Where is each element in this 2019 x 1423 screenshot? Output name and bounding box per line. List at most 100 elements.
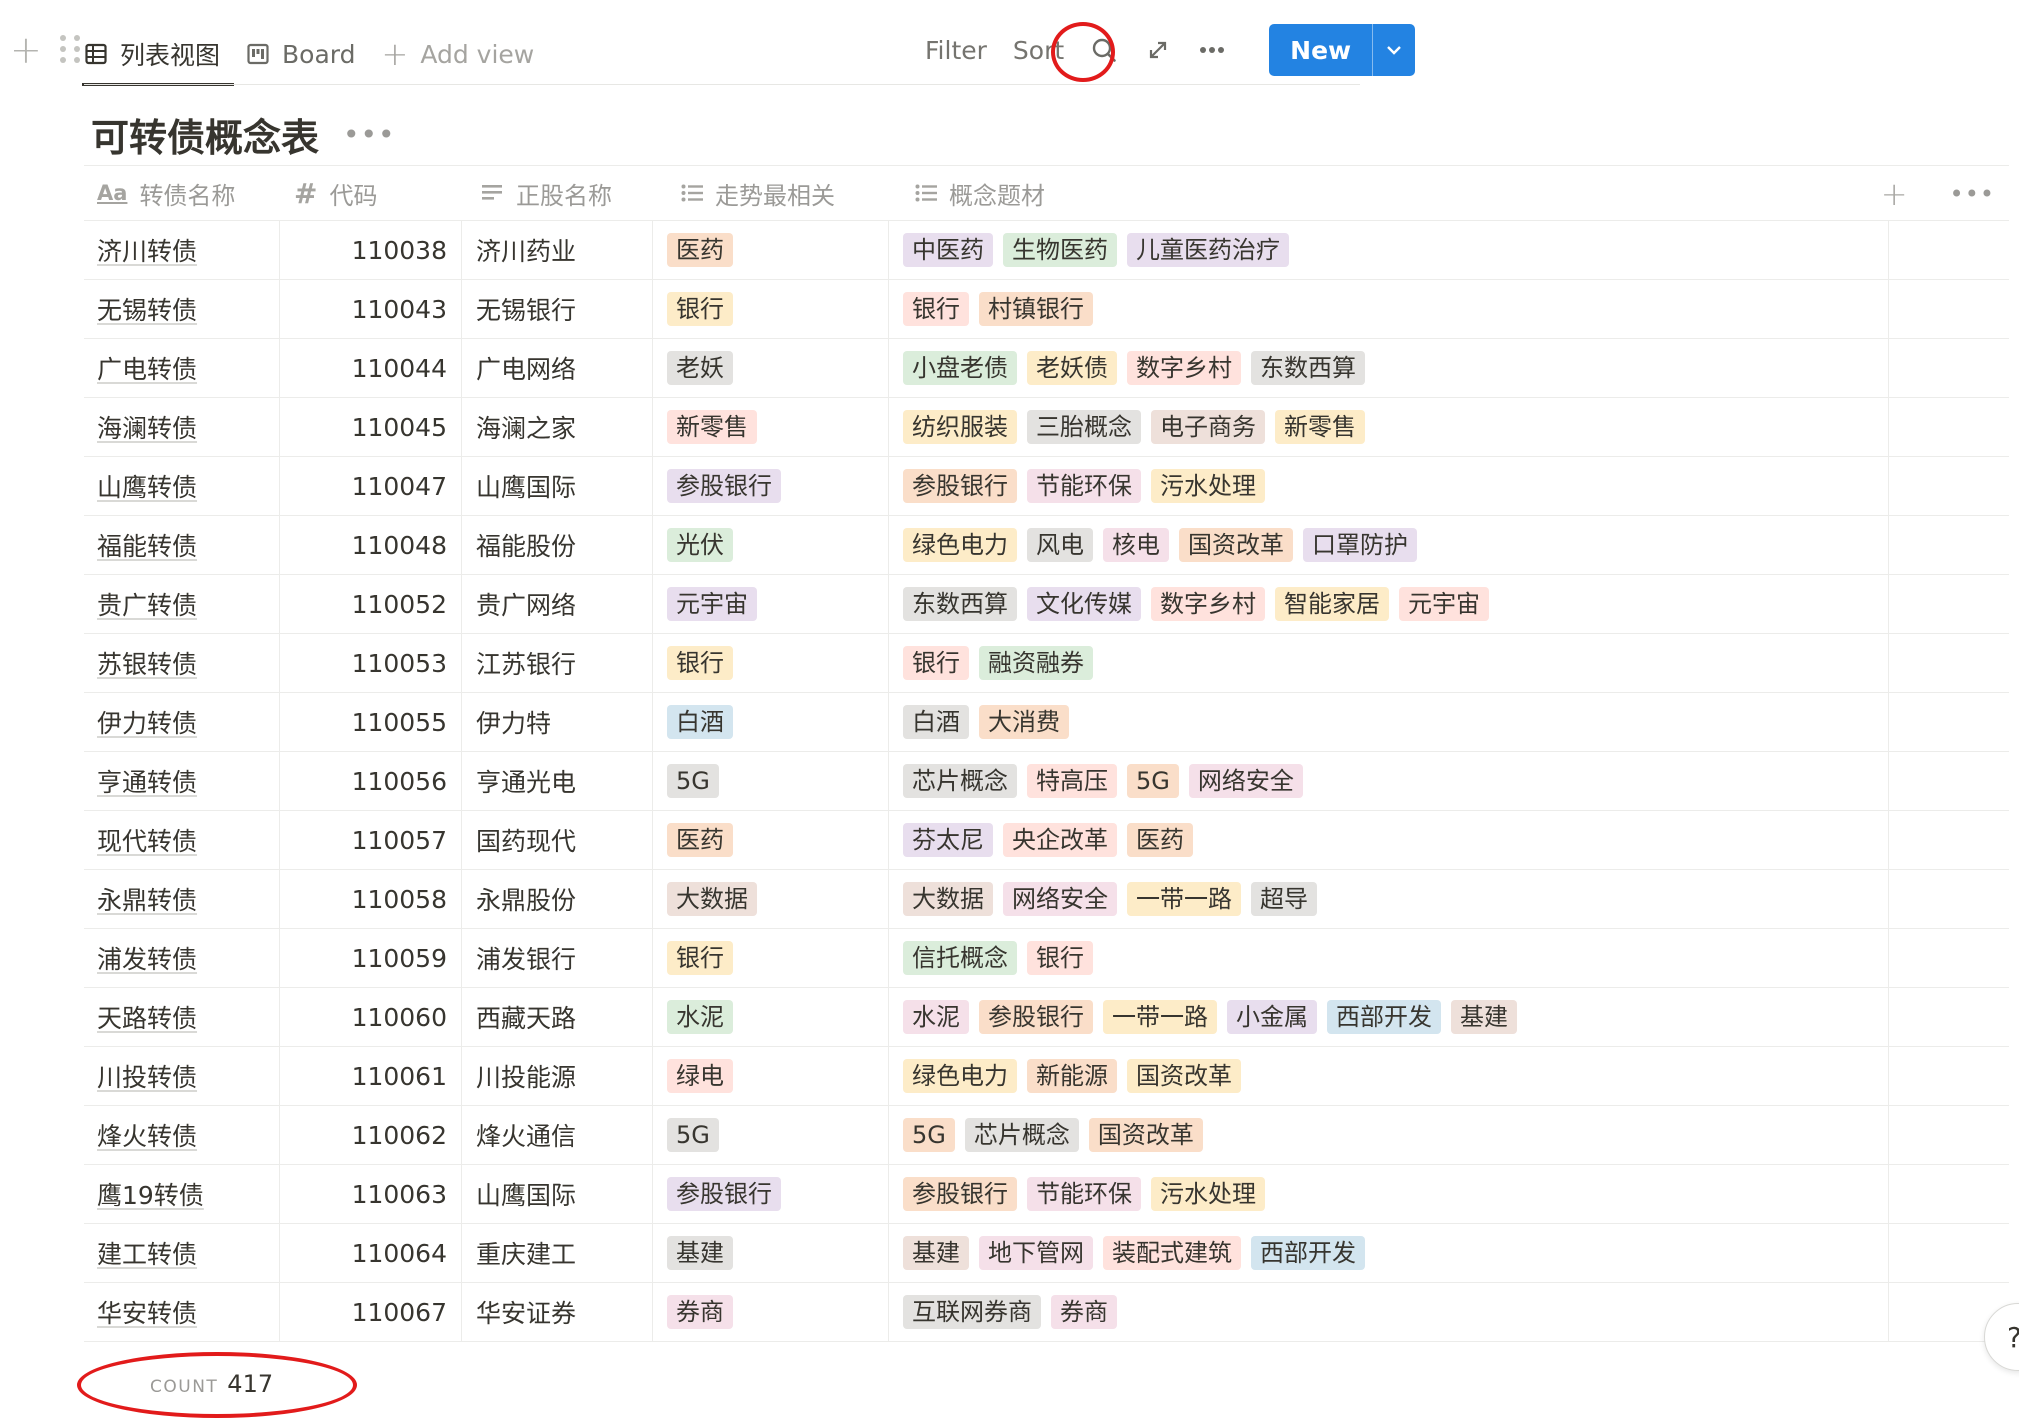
cell-code[interactable]: 110053 <box>280 634 462 692</box>
cell-code[interactable]: 110058 <box>280 870 462 928</box>
cell-code[interactable]: 110038 <box>280 221 462 279</box>
column-header-code[interactable]: # 代码 <box>280 166 462 220</box>
table-row[interactable]: 永鼎转债 110058 永鼎股份 大数据 大数据 网络安全 一带一路 超导 <box>84 870 2009 929</box>
more-options-button[interactable] <box>1185 23 1239 77</box>
tab-list-view[interactable]: 列表视图 <box>81 22 235 86</box>
cell-stock-name[interactable]: 重庆建工 <box>462 1224 653 1282</box>
cell-trend[interactable]: 元宇宙 <box>653 575 889 633</box>
add-view-button[interactable]: + Add view <box>382 22 535 86</box>
title-more-icon[interactable]: ••• <box>343 118 396 151</box>
cell-empty[interactable] <box>1889 811 2009 869</box>
column-header-stock[interactable]: 正股名称 <box>462 166 653 220</box>
cell-code[interactable]: 110067 <box>280 1283 462 1341</box>
cell-trend[interactable]: 5G <box>653 752 889 810</box>
cell-stock-name[interactable]: 浦发银行 <box>462 929 653 987</box>
cell-bond-name[interactable]: 现代转债 <box>84 811 280 869</box>
cell-empty[interactable] <box>1889 634 2009 692</box>
cell-trend[interactable]: 水泥 <box>653 988 889 1046</box>
cell-trend[interactable]: 光伏 <box>653 516 889 574</box>
table-row[interactable]: 苏银转债 110053 江苏银行 银行 银行 融资融券 <box>84 634 2009 693</box>
filter-button[interactable]: Filter <box>912 36 1000 65</box>
cell-concepts[interactable]: 基建 地下管网 装配式建筑 西部开发 <box>889 1224 1889 1282</box>
table-row[interactable]: 海澜转债 110045 海澜之家 新零售 纺织服装 三胎概念 电子商务 新零售 <box>84 398 2009 457</box>
cell-bond-name[interactable]: 华安转债 <box>84 1283 280 1341</box>
cell-empty[interactable] <box>1889 870 2009 928</box>
cell-concepts[interactable]: 中医药 生物医药 儿童医药治疗 <box>889 221 1889 279</box>
cell-concepts[interactable]: 大数据 网络安全 一带一路 超导 <box>889 870 1889 928</box>
table-row[interactable]: 天路转债 110060 西藏天路 水泥 水泥 参股银行 一带一路 小金属 西部开发 基建 <box>84 988 2009 1047</box>
cell-code[interactable]: 110048 <box>280 516 462 574</box>
table-row[interactable]: 福能转债 110048 福能股份 光伏 绿色电力 风电 核电 国资改革 口罩防护 <box>84 516 2009 575</box>
cell-stock-name[interactable]: 山鹰国际 <box>462 1165 653 1223</box>
table-row[interactable]: 建工转债 110064 重庆建工 基建 基建 地下管网 装配式建筑 西部开发 <box>84 1224 2009 1283</box>
cell-code[interactable]: 110052 <box>280 575 462 633</box>
cell-bond-name[interactable]: 广电转债 <box>84 339 280 397</box>
cell-bond-name[interactable]: 永鼎转债 <box>84 870 280 928</box>
cell-bond-name[interactable]: 济川转债 <box>84 221 280 279</box>
cell-concepts[interactable]: 互联网券商 券商 <box>889 1283 1889 1341</box>
cell-trend[interactable]: 参股银行 <box>653 457 889 515</box>
table-row[interactable]: 浦发转债 110059 浦发银行 银行 信托概念 银行 <box>84 929 2009 988</box>
cell-stock-name[interactable]: 烽火通信 <box>462 1106 653 1164</box>
page-title[interactable]: 可转债概念表 <box>91 107 319 162</box>
cell-concepts[interactable]: 绿色电力 风电 核电 国资改革 口罩防护 <box>889 516 1889 574</box>
table-row[interactable]: 广电转债 110044 广电网络 老妖 小盘老债 老妖债 数字乡村 东数西算 <box>84 339 2009 398</box>
cell-concepts[interactable]: 参股银行 节能环保 污水处理 <box>889 457 1889 515</box>
cell-stock-name[interactable]: 川投能源 <box>462 1047 653 1105</box>
cell-concepts[interactable]: 参股银行 节能环保 污水处理 <box>889 1165 1889 1223</box>
cell-bond-name[interactable]: 海澜转债 <box>84 398 280 456</box>
add-property-icon[interactable]: + <box>1881 175 1908 213</box>
column-header-trend[interactable]: 走势最相关 <box>653 166 889 220</box>
table-row[interactable]: 无锡转债 110043 无锡银行 银行 银行 村镇银行 <box>84 280 2009 339</box>
cell-bond-name[interactable]: 贵广转债 <box>84 575 280 633</box>
cell-empty[interactable] <box>1889 339 2009 397</box>
cell-bond-name[interactable]: 山鹰转债 <box>84 457 280 515</box>
cell-bond-name[interactable]: 亨通转债 <box>84 752 280 810</box>
table-row[interactable]: 华安转债 110067 华安证券 券商 互联网券商 券商 <box>84 1283 2009 1342</box>
cell-empty[interactable] <box>1889 693 2009 751</box>
cell-stock-name[interactable]: 江苏银行 <box>462 634 653 692</box>
cell-stock-name[interactable]: 永鼎股份 <box>462 870 653 928</box>
cell-trend[interactable]: 老妖 <box>653 339 889 397</box>
new-button-label[interactable]: New <box>1269 24 1372 76</box>
table-row[interactable]: 亨通转债 110056 亨通光电 5G 芯片概念 特高压 5G 网络安全 <box>84 752 2009 811</box>
cell-stock-name[interactable]: 贵广网络 <box>462 575 653 633</box>
cell-stock-name[interactable]: 海澜之家 <box>462 398 653 456</box>
cell-empty[interactable] <box>1889 752 2009 810</box>
cell-concepts[interactable]: 绿色电力 新能源 国资改革 <box>889 1047 1889 1105</box>
cell-stock-name[interactable]: 济川药业 <box>462 221 653 279</box>
table-row[interactable]: 伊力转债 110055 伊力特 白酒 白酒 大消费 <box>84 693 2009 752</box>
chevron-down-icon[interactable] <box>1373 24 1415 76</box>
cell-stock-name[interactable]: 山鹰国际 <box>462 457 653 515</box>
cell-concepts[interactable]: 小盘老债 老妖债 数字乡村 东数西算 <box>889 339 1889 397</box>
cell-trend[interactable]: 绿电 <box>653 1047 889 1105</box>
cell-concepts[interactable]: 银行 村镇银行 <box>889 280 1889 338</box>
table-row[interactable]: 贵广转债 110052 贵广网络 元宇宙 东数西算 文化传媒 数字乡村 智能家居 元宇宙 <box>84 575 2009 634</box>
cell-concepts[interactable]: 信托概念 银行 <box>889 929 1889 987</box>
drag-handle-icon[interactable] <box>59 35 80 65</box>
cell-empty[interactable] <box>1889 988 2009 1046</box>
cell-empty[interactable] <box>1889 457 2009 515</box>
table-row[interactable]: 鹰19转债 110063 山鹰国际 参股银行 参股银行 节能环保 污水处理 <box>84 1165 2009 1224</box>
cell-concepts[interactable]: 银行 融资融券 <box>889 634 1889 692</box>
cell-bond-name[interactable]: 福能转债 <box>84 516 280 574</box>
cell-code[interactable]: 110044 <box>280 339 462 397</box>
cell-bond-name[interactable]: 烽火转债 <box>84 1106 280 1164</box>
cell-stock-name[interactable]: 广电网络 <box>462 339 653 397</box>
cell-bond-name[interactable]: 浦发转债 <box>84 929 280 987</box>
table-row[interactable]: 烽火转债 110062 烽火通信 5G 5G 芯片概念 国资改革 <box>84 1106 2009 1165</box>
cell-trend[interactable]: 银行 <box>653 280 889 338</box>
cell-trend[interactable]: 券商 <box>653 1283 889 1341</box>
cell-empty[interactable] <box>1889 1165 2009 1223</box>
cell-empty[interactable] <box>1889 575 2009 633</box>
cell-stock-name[interactable]: 伊力特 <box>462 693 653 751</box>
add-block-icon[interactable]: + <box>10 31 42 69</box>
cell-trend[interactable]: 基建 <box>653 1224 889 1282</box>
column-header-concepts[interactable]: 概念题材 <box>889 166 1889 220</box>
cell-code[interactable]: 110056 <box>280 752 462 810</box>
cell-empty[interactable] <box>1889 1224 2009 1282</box>
cell-code[interactable]: 110062 <box>280 1106 462 1164</box>
more-properties-icon[interactable]: ••• <box>1950 180 1995 208</box>
tab-board[interactable]: Board <box>246 22 356 86</box>
cell-trend[interactable]: 银行 <box>653 634 889 692</box>
